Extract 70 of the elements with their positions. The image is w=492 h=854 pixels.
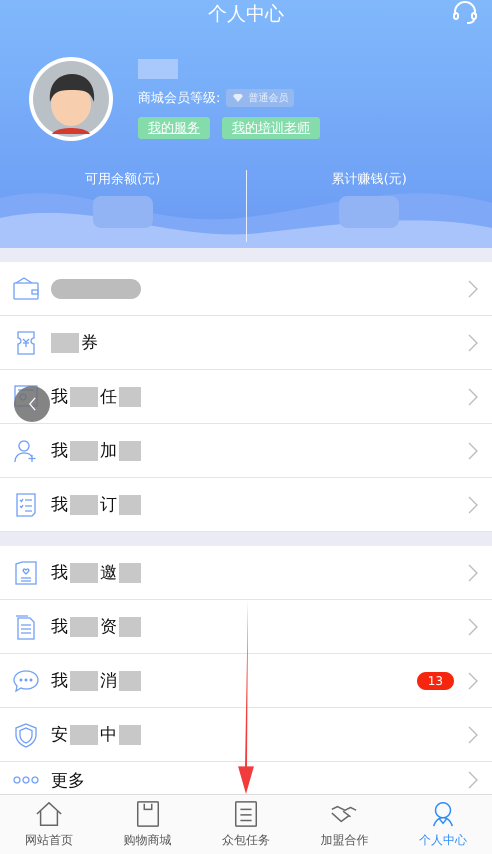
chevron-right-icon [468,496,478,514]
menu-label-fragment: 我 [51,670,68,692]
chevron-right-icon [468,388,478,406]
menu-label-fragment: 我 [51,616,68,638]
blur-patch [70,724,98,744]
chevron-right-icon [468,280,478,298]
blurred-name [138,59,178,79]
menu-row[interactable]: 我 资 [0,600,492,654]
chevron-right-icon [468,672,478,690]
blur-patch [70,670,98,690]
blur-patch [70,494,98,514]
blur-patch [119,562,141,582]
member-level-label: 商城会员等级: [138,90,220,107]
member-badge: 普通会员 [226,89,294,107]
blur-patch [119,670,141,690]
blur-patch [119,724,141,744]
menu-row[interactable]: 我 邀 [0,546,492,600]
menu-label-fragment: 券 [81,332,98,354]
menu-label-fragment: 加 [100,440,117,462]
blur-patch [119,616,141,636]
menu-label: 更多 [51,770,85,792]
page-title: 个人中心 [208,2,284,27]
tab-item[interactable]: 购物商城 [98,795,197,854]
tab-item[interactable]: 加盟合作 [295,795,394,854]
tab-item[interactable]: 网站首页 [0,795,98,854]
menu-row[interactable]: 券 [0,316,492,370]
blur-patch [70,616,98,636]
blur-patch [70,386,98,406]
blurred-value [92,196,153,228]
wallet-icon [13,276,39,302]
blur-patch [119,494,141,514]
chevron-right-icon [468,334,478,352]
menu-label-fragment: 消 [100,670,117,692]
blur-patch [51,332,79,352]
home-icon [35,800,64,828]
count-badge: 13 [416,672,454,690]
chevron-right-icon [468,618,478,636]
blur-patch [70,440,98,460]
stat-label: 可用余额(元) [85,171,160,188]
card-icon [13,560,39,586]
blur-patch [119,386,141,406]
menu-label-fragment: 订 [100,494,117,516]
chevron-right-icon [468,771,478,789]
menu-label-fragment: 安 [51,724,68,746]
menu-row[interactable]: 更多 [0,762,492,798]
chevron-right-icon [468,726,478,744]
chevron-right-icon [468,564,478,582]
stat-label: 累计赚钱(元) [332,171,407,188]
menu-label-fragment: 任 [100,386,117,408]
chevron-left-icon [28,397,36,411]
menu-row[interactable]: 我 消 13 [0,654,492,708]
chat-icon [13,668,39,694]
blur-patch [70,562,98,582]
menu-label-fragment: 我 [51,562,68,584]
chevron-right-icon [468,442,478,460]
tab-item[interactable]: 众包任务 [196,795,296,854]
menu-row[interactable]: 我 订 [0,478,492,532]
blur-patch [119,440,141,460]
blurred-value [339,196,400,228]
menu-label-fragment: 我 [51,494,68,516]
menu-label-fragment: 我 [51,440,68,462]
menu-label-fragment: 资 [100,616,117,638]
menu-row[interactable]: 我 加 [0,424,492,478]
menu-label-fragment: 我 [51,386,68,408]
headset-icon[interactable] [452,0,478,26]
menu-label-fragment: 中 [100,724,117,746]
more-icon [13,776,39,784]
shield-icon [13,722,39,748]
menu-row[interactable]: 安 中 [0,708,492,762]
menu-label-fragment: 邀 [100,562,117,584]
